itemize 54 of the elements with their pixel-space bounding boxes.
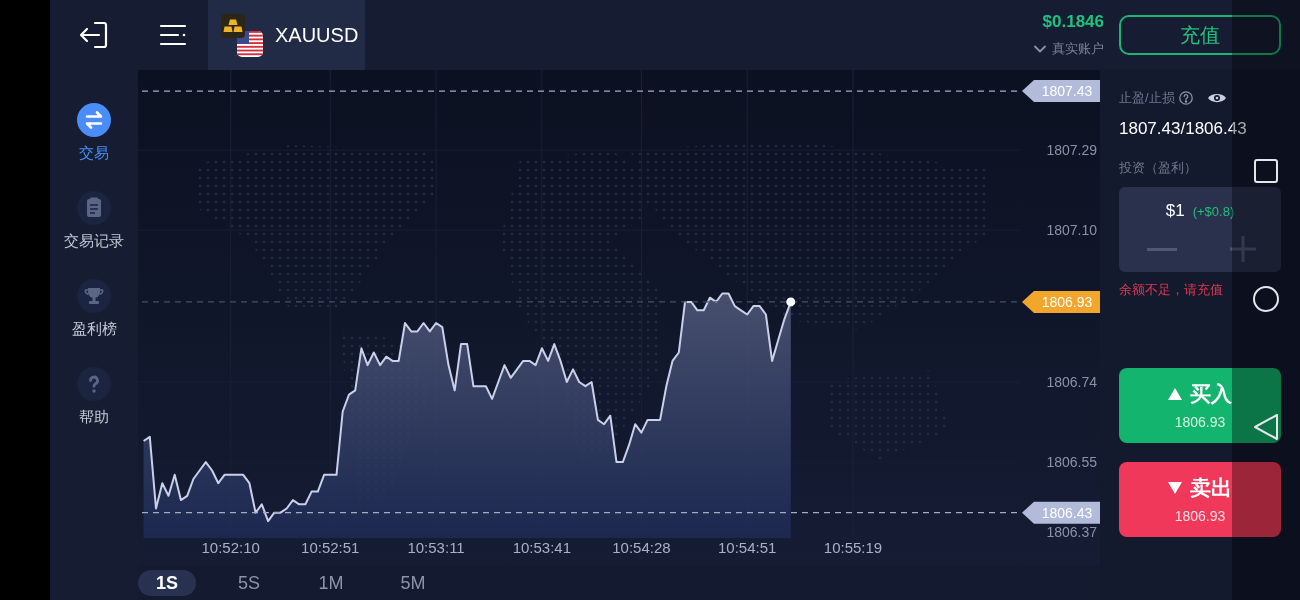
take-profit-stop-loss-label: 止盈/止损	[1119, 89, 1175, 108]
exit-icon	[78, 21, 110, 49]
time-axis-label: 10:52:51	[301, 539, 360, 556]
timeframe-tab[interactable]: 1S	[138, 569, 196, 596]
sidebar-tab[interactable]: 交易记录	[64, 191, 124, 251]
time-axis-label: 10:55:19	[823, 539, 883, 556]
price-tag-text: 1806.43	[1041, 504, 1093, 521]
price-axis-label: 1806.55	[1046, 454, 1097, 471]
question-mark-icon	[77, 367, 111, 401]
home-button[interactable]	[1250, 283, 1282, 315]
circle-icon	[1253, 286, 1279, 312]
triangle-up-icon	[1168, 387, 1182, 400]
price-axis-label: 1806.37	[1046, 524, 1097, 540]
chevron-down-icon	[1034, 45, 1046, 53]
sidebar-tab[interactable]: 交易	[77, 103, 111, 163]
timeframe-tab[interactable]: 5M	[384, 569, 442, 596]
investment-label: 投资（盈利）	[1119, 159, 1197, 177]
price-axis-label: 1807.10	[1046, 222, 1097, 239]
timeframe-tab[interactable]: 5S	[220, 569, 278, 596]
amount-value: $1	[1165, 200, 1185, 222]
sidebar-tab[interactable]: 帮助	[77, 367, 111, 427]
swap-arrows-icon	[77, 103, 111, 137]
price-axis-label: 1806.74	[1046, 374, 1097, 390]
menu-icon	[159, 24, 187, 46]
price-axis-label: 1807.29	[1046, 142, 1097, 159]
balance-amount: $0.1846	[1042, 12, 1104, 32]
time-axis-label: 10:54:51	[718, 539, 777, 556]
help-icon[interactable]	[1178, 91, 1193, 105]
time-axis-label: 10:53:11	[407, 539, 465, 556]
trophy-icon	[77, 279, 111, 313]
plus-icon	[1229, 236, 1256, 262]
square-icon	[1254, 159, 1278, 183]
triangle-down-icon	[1168, 481, 1182, 494]
clipboard-icon	[77, 191, 111, 225]
price-tag-text: 1807.43	[1041, 83, 1093, 100]
ingots-icon	[221, 14, 245, 38]
eye-icon[interactable]	[1206, 92, 1227, 104]
us-flag-icon	[237, 31, 263, 57]
triangle-icon	[1254, 414, 1278, 440]
asset-tab[interactable]: XAUUSD	[208, 0, 365, 70]
profit-value: (+$0.8)	[1192, 203, 1235, 221]
time-axis-label: 10:53:41	[512, 539, 572, 556]
price-tag-text: 1806.93	[1041, 293, 1093, 310]
time-axis-label: 10:52:10	[201, 539, 260, 556]
insufficient-balance-warning: 余额不足，请充值	[1119, 281, 1223, 299]
account-selector[interactable]: 真实账户	[1034, 40, 1104, 58]
take-profit-stop-loss-value: 1807.43/1806.43	[1119, 118, 1247, 140]
current-price-dot	[786, 297, 796, 307]
time-axis-label: 10:54:28	[612, 539, 671, 556]
minus-icon	[1146, 247, 1177, 251]
sidebar-tab[interactable]: 盈利榜	[71, 279, 117, 339]
timeframe-tab[interactable]: 1M	[302, 569, 360, 596]
deposit-button[interactable]: 充值	[1119, 15, 1281, 55]
sell-button[interactable]: 卖出 1806.93	[1119, 462, 1281, 537]
